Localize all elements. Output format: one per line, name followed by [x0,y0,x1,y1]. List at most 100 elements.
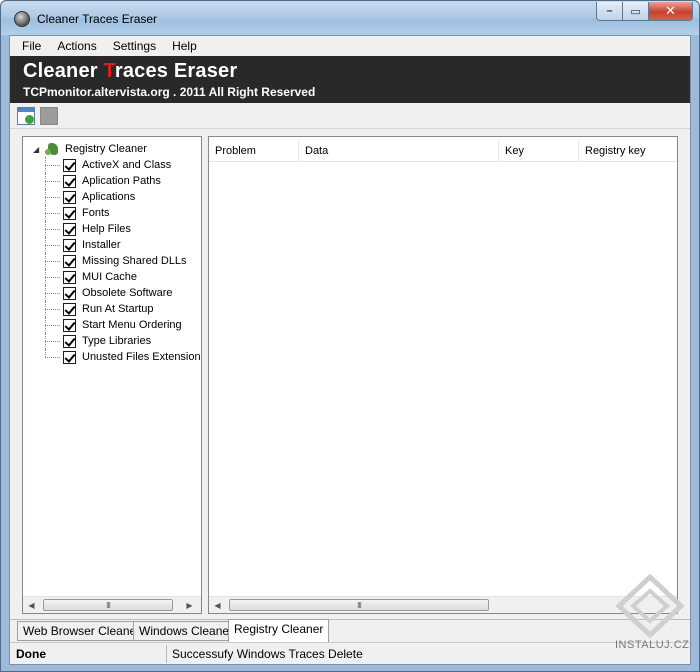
tree-horizontal-scrollbar[interactable]: ◀ III ▶ [23,596,201,613]
tree-connector [45,325,60,326]
tree-item[interactable]: Help Files [23,221,201,237]
window-title: Cleaner Traces Eraser [37,12,158,26]
maximize-icon: ▭ [630,5,641,18]
scroll-left-icon[interactable]: ◀ [209,597,226,613]
tree-item-checkbox[interactable] [63,318,76,332]
tree-item[interactable]: Aplication Paths [23,173,201,189]
tree-connector [45,261,60,262]
banner-title-accent: T [103,60,115,82]
main-content: ◢ Registry Cleaner ActiveX and Class Apli… [10,129,690,619]
tree-item-checkbox[interactable] [63,254,76,268]
scroll-right-icon[interactable]: ▶ [181,597,198,613]
minimize-button[interactable]: – [596,2,623,21]
tree-connector [45,357,60,358]
tree-item[interactable]: Installer [23,237,201,253]
tree-connector [45,165,60,166]
status-state: Done [16,647,46,661]
tree-item-label: Missing Shared DLLs [82,255,187,267]
tree-item-checkbox[interactable] [63,158,76,172]
tree-root[interactable]: ◢ Registry Cleaner [33,141,147,157]
tree-item-label: Start Menu Ordering [82,319,182,331]
tree-item[interactable]: Aplications [23,189,201,205]
minimize-icon: – [606,5,613,17]
tree-connector [45,229,60,230]
tree-item-label: Obsolete Software [82,287,173,299]
menu-help[interactable]: Help [164,36,205,56]
tree-connector [45,349,46,357]
watermark-logo-icon [615,573,685,639]
maximize-button[interactable]: ▭ [623,2,649,21]
tree-connector [45,245,60,246]
tree-item-label: Aplication Paths [82,175,161,187]
tree-connector [45,277,60,278]
tree-item[interactable]: Type Libraries [23,333,201,349]
scroll-left-icon[interactable]: ◀ [23,597,40,613]
tab-web-browser-cleaner[interactable]: Web Browser Cleaner [17,621,147,641]
tree-item-checkbox[interactable] [63,270,76,284]
banner-subtitle: TCPmonitor.altervista.org . 2011 All Rig… [23,85,316,99]
tree-connector [45,293,60,294]
tree-item-label: ActiveX and Class [82,159,172,171]
tree-item-checkbox[interactable] [63,174,76,188]
column-key[interactable]: Key [499,141,579,162]
tab-registry-cleaner[interactable]: Registry Cleaner [228,619,330,642]
tab-strip: Web Browser Cleaner Windows Cleaner Regi… [10,619,690,642]
header-banner: Cleaner Traces Eraser TCPmonitor.altervi… [10,56,690,103]
tree-item-checkbox[interactable] [63,206,76,220]
menu-actions[interactable]: Actions [49,36,104,56]
tree-item[interactable]: Start Menu Ordering [23,317,201,333]
tree-item-label: Help Files [82,223,131,235]
menu-file[interactable]: File [14,36,49,56]
tree-item[interactable]: Obsolete Software [23,285,201,301]
tree-item-label: Fonts [82,207,110,219]
tree-connector [45,213,60,214]
status-message: Successufy Windows Traces Delete [172,647,363,661]
banner-title-post: races Eraser [114,60,238,82]
close-button[interactable]: ✕ [649,2,693,21]
tree-item[interactable]: ActiveX and Class [23,157,201,173]
stop-button[interactable] [40,107,58,125]
window-controls: – ▭ ✕ [596,2,693,22]
column-data[interactable]: Data [299,141,499,162]
tree-item-label: Type Libraries [82,335,152,347]
tree-item-checkbox[interactable] [63,238,76,252]
tab-windows-cleaner[interactable]: Windows Cleaner [133,621,240,641]
list-horizontal-scrollbar[interactable]: ◀ III [209,596,677,613]
tree-item-checkbox[interactable] [63,222,76,236]
tree-item-checkbox[interactable] [63,190,76,204]
tree-item-checkbox[interactable] [63,302,76,316]
collapse-arrow-icon[interactable]: ◢ [33,145,43,154]
category-tree[interactable]: ◢ Registry Cleaner ActiveX and Class Apli… [22,136,202,614]
scroll-thumb[interactable]: III [43,599,173,611]
app-icon[interactable] [14,11,30,27]
new-scan-button[interactable] [17,107,35,125]
scroll-thumb[interactable]: III [229,599,489,611]
title-bar[interactable]: Cleaner Traces Eraser – ▭ ✕ [1,1,699,35]
tree-connector [45,197,60,198]
tree-item-label: Installer [82,239,121,251]
tree-item[interactable]: Fonts [23,205,201,221]
banner-title: Cleaner Traces Eraser [23,60,237,83]
tree-item[interactable]: Unusted Files Extension [23,349,201,365]
tree-root-label: Registry Cleaner [65,143,147,155]
tree-item-label: Run At Startup [82,303,154,315]
results-list[interactable]: Problem Data Key Registry key ◀ III [208,136,678,614]
tree-items: ActiveX and Class Aplication Paths Aplicat… [23,157,201,365]
tree-connector [45,309,60,310]
tree-item-label: Aplications [82,191,136,203]
menu-bar: File Actions Settings Help [10,36,690,56]
tree-item[interactable]: MUI Cache [23,269,201,285]
tree-item[interactable]: Run At Startup [23,301,201,317]
close-icon: ✕ [665,3,676,18]
column-registry-key[interactable]: Registry key [579,141,677,162]
toolbar [10,103,690,129]
watermark: INSTALUJ.CZ [615,573,689,657]
tree-item-label: Unusted Files Extension [82,351,201,363]
tree-connector [45,341,60,342]
tree-item-checkbox[interactable] [63,350,76,364]
tree-item-checkbox[interactable] [63,334,76,348]
tree-item-checkbox[interactable] [63,286,76,300]
tree-item[interactable]: Missing Shared DLLs [23,253,201,269]
column-problem[interactable]: Problem [209,141,299,162]
menu-settings[interactable]: Settings [105,36,164,56]
